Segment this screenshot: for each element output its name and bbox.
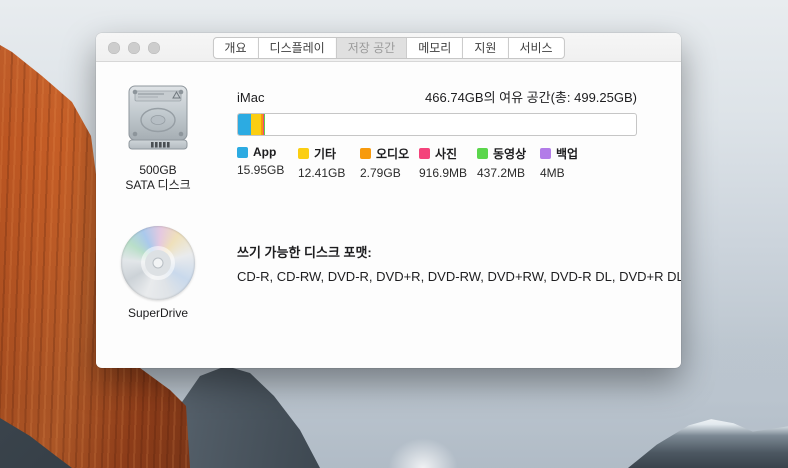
tab-bar: 개요디스플레이저장 공간메모리지원서비스 [212,37,564,59]
legend-item: App 15.95GB [237,145,298,180]
tab-0[interactable]: 개요 [213,38,257,58]
legend-name: 오디오 [376,145,409,162]
internal-disk-section: 500GB SATA 디스크 [103,84,213,193]
storage-bar [237,113,637,136]
legend-name: 기타 [314,145,336,162]
legend-item: 백업 4MB [540,145,601,180]
minimize-button[interactable] [128,42,140,54]
storage-legend: App15.95GB기타12.41GB오디오2.79GB사진916.9MB동영상… [237,145,601,180]
legend-item: 기타 12.41GB [298,145,360,180]
legend-name: App [253,145,276,159]
legend-name: 백업 [556,145,578,162]
hdd-type-label: SATA 디스크 [103,178,213,193]
tab-3[interactable]: 메모리 [406,38,462,58]
superdrive-disc-icon [121,226,195,300]
device-name: iMac [237,90,264,105]
storage-tab-content: 500GB SATA 디스크 iMac 466.74GB의 여유 공간(총: 4… [96,62,681,367]
traffic-lights [108,42,160,54]
legend-value: 2.79GB [360,166,419,180]
legend-swatch [360,148,371,159]
legend-swatch [540,148,551,159]
legend-item: 오디오 2.79GB [360,145,419,180]
legend-swatch [298,148,309,159]
legend-value: 12.41GB [298,166,360,180]
hdd-size-label: 500GB [103,163,213,178]
wallpaper-far-peak [388,438,458,468]
legend-swatch [419,148,430,159]
legend-swatch [237,147,248,158]
storage-bar-segment [238,114,251,135]
storage-header-row: iMac 466.74GB의 여유 공간(총: 499.25GB) [237,87,637,106]
free-space-text: 466.74GB의 여유 공간(총: 499.25GB) [425,87,637,106]
superdrive-section: SuperDrive [103,226,213,321]
legend-value: 437.2MB [477,166,540,180]
writable-formats-list: CD-R, CD-RW, DVD-R, DVD+R, DVD-RW, DVD+R… [237,269,681,284]
tab-4[interactable]: 지원 [462,38,507,58]
legend-swatch [477,148,488,159]
tab-5[interactable]: 서비스 [507,38,563,58]
storage-bar-segment [251,114,261,135]
writable-formats-heading: 쓰기 가능한 디스크 포맷: [237,242,372,261]
superdrive-label: SuperDrive [103,306,213,321]
legend-name: 사진 [435,145,457,162]
window-titlebar[interactable]: 개요디스플레이저장 공간메모리지원서비스 [96,33,681,62]
legend-item: 동영상 437.2MB [477,145,540,180]
zoom-button[interactable] [148,42,160,54]
legend-item: 사진 916.9MB [419,145,477,180]
legend-value: 916.9MB [419,166,477,180]
legend-name: 동영상 [493,145,526,162]
disc-hole [153,258,164,269]
legend-value: 15.95GB [237,163,298,177]
tab-1[interactable]: 디스플레이 [258,38,336,58]
legend-value: 4MB [540,166,601,180]
tab-2[interactable]: 저장 공간 [336,38,407,58]
close-button[interactable] [108,42,120,54]
hard-drive-icon [126,84,190,157]
about-this-mac-window: 개요디스플레이저장 공간메모리지원서비스 [96,33,681,368]
